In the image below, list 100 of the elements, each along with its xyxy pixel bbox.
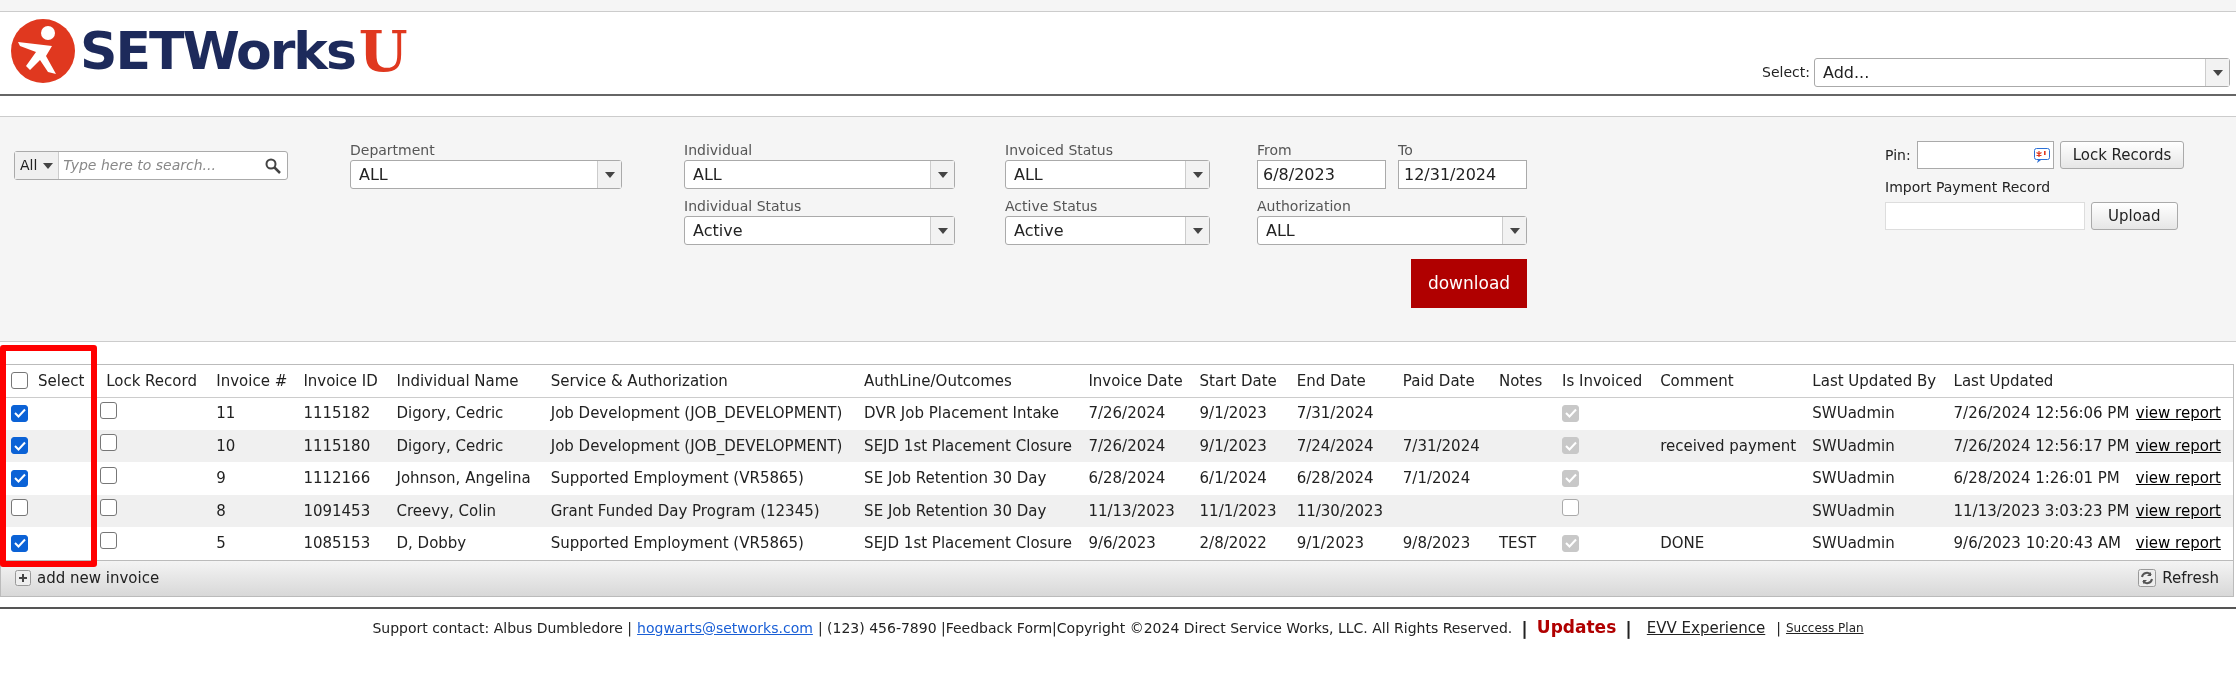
checkbox[interactable]	[11, 534, 28, 552]
checkbox[interactable]	[100, 531, 118, 549]
table-cell: D, Dobby	[396, 534, 467, 552]
table-cell: Grant Funded Day Program (12345)	[550, 501, 820, 520]
column-header: Invoice #	[216, 371, 288, 390]
table-cell: Digory, Cedric	[396, 404, 504, 423]
email-link[interactable]: hogwarts@setworks.com	[637, 617, 813, 639]
checkbox[interactable]	[11, 469, 28, 487]
table-cell: 7/26/2024	[1088, 436, 1166, 455]
dropdown[interactable]: Active	[684, 216, 955, 245]
caret-icon	[43, 162, 54, 169]
checkbox[interactable]	[100, 434, 118, 451]
pin-field[interactable]	[1916, 141, 2054, 169]
field-label: Invoiced Status	[1005, 141, 1114, 160]
checkbox[interactable]	[11, 404, 28, 422]
table-cell: Digory, Cedric	[396, 436, 504, 455]
table-cell: SE Job Retention 30 Day	[864, 501, 1047, 520]
table-cell: TEST	[1498, 534, 1537, 552]
table-cell: 7/31/2024	[1402, 436, 1480, 455]
table-cell: 6/28/2024	[1296, 469, 1374, 487]
table-cell: 8	[216, 501, 226, 520]
dropdown[interactable]: ALL	[350, 160, 622, 189]
column-header: Comment	[1660, 371, 1734, 390]
table-cell: Johnson, Angelina	[396, 469, 531, 487]
caret-icon	[604, 171, 615, 178]
column-header: Select	[38, 370, 85, 392]
table-cell: 2/8/2022	[1199, 534, 1267, 552]
import-label: Import Payment Record	[1885, 178, 2052, 197]
caret-icon	[1509, 227, 1520, 234]
search-field[interactable]: All Type here to search...	[14, 151, 288, 180]
table-cell: 1112166	[303, 469, 371, 487]
dropdown[interactable]: ALL	[1005, 160, 1210, 189]
view-report-link[interactable]: view report	[2135, 404, 2221, 423]
table-cell: SEJD 1st Placement Closure	[864, 534, 1072, 552]
column-header: End Date	[1296, 371, 1366, 390]
table-cell: Job Development (JOB_DEVELOPMENT)	[550, 404, 843, 423]
select-label: Select:	[1762, 63, 1810, 82]
dropdown[interactable]: Active	[1005, 216, 1210, 245]
file-field[interactable]	[1885, 202, 2085, 230]
upload-button[interactable]: Upload	[2091, 202, 2178, 230]
table-cell: SWUadmin	[1812, 469, 1895, 487]
footer-separator: |	[1520, 616, 1529, 641]
view-report-link[interactable]: view report	[2135, 436, 2221, 455]
column-header: Invoice Date	[1088, 371, 1183, 390]
table-cell: 11/13/2023	[1088, 501, 1175, 520]
table-cell: 9/6/2023	[1088, 534, 1156, 552]
column-header: Notes	[1498, 371, 1543, 390]
column-header: Start Date	[1199, 371, 1277, 390]
field-label: From	[1257, 141, 1293, 160]
view-report-link[interactable]: view report	[2135, 534, 2221, 552]
table-cell: 1085153	[303, 534, 371, 552]
checkbox[interactable]	[100, 466, 118, 484]
table-cell: 7/24/2024	[1296, 436, 1374, 455]
runner-icon	[10, 17, 76, 84]
refresh-button[interactable]: Refresh	[2138, 566, 2219, 590]
caret-icon	[937, 171, 948, 178]
view-report-link[interactable]: view report	[2135, 501, 2221, 520]
lock-records-button[interactable]: Lock Records	[2059, 141, 2185, 169]
column-header: Paid Date	[1402, 371, 1475, 390]
download-button[interactable]: download	[1411, 259, 1527, 308]
dropdown[interactable]: ALL	[1257, 216, 1527, 245]
checkbox[interactable]	[100, 499, 118, 516]
view-report-link[interactable]: view report	[2135, 469, 2221, 487]
table-cell: 6/1/2024	[1199, 469, 1267, 487]
field-label: Individual Status	[684, 197, 803, 216]
success-plan-link[interactable]: Success Plan	[1785, 619, 1864, 637]
table-cell: Supported Employment (VR5865)	[550, 469, 804, 487]
table-cell: 9/8/2023	[1402, 534, 1471, 552]
footer-separator: |	[1624, 616, 1633, 641]
table-cell: DVR Job Placement Intake	[864, 404, 1059, 423]
checkbox[interactable]	[11, 372, 28, 390]
table-cell: 11	[216, 404, 236, 423]
checkbox[interactable]	[11, 499, 28, 516]
column-header: Service & Authorization	[550, 371, 728, 390]
footer-text: | (123) 456-7890 |Feedback Form|Copyright ©2024 Direct Service Works, LLC. All Rights Reserved.	[817, 618, 1513, 639]
column-header: Individual Name	[396, 371, 519, 390]
date-field[interactable]: 12/31/2024	[1398, 160, 1527, 189]
table-cell: SWUadmin	[1812, 534, 1895, 552]
table-cell: 1091453	[303, 501, 371, 520]
checkbox[interactable]	[100, 401, 118, 419]
table-cell: DONE	[1660, 534, 1705, 552]
field-label: Active Status	[1005, 197, 1099, 216]
evv-experience-link[interactable]: EVV Experience	[1640, 616, 1772, 640]
table-cell: 9/1/2023	[1199, 436, 1267, 455]
table-cell: 6/28/2024 1:26:01 PM	[1953, 469, 2120, 487]
dropdown[interactable]: Add...	[1814, 58, 2230, 87]
table-cell: 6/28/2024	[1088, 469, 1166, 487]
table-cell: 5	[216, 534, 226, 552]
table-cell: 7/1/2024	[1402, 469, 1471, 487]
add-invoice-button[interactable]: add new invoice	[15, 566, 160, 590]
table-cell: 7/26/2024	[1088, 404, 1166, 423]
checkbox[interactable]	[11, 437, 28, 454]
dropdown[interactable]: ALL	[684, 160, 955, 189]
refresh-icon	[2138, 569, 2157, 587]
pin-label: Pin:	[1885, 145, 1911, 165]
table-cell: 11/1/2023	[1199, 501, 1277, 520]
date-field[interactable]: 6/8/2023	[1257, 160, 1386, 189]
table-cell: Job Development (JOB_DEVELOPMENT)	[550, 436, 843, 455]
updates-link[interactable]: Updates	[1536, 615, 1617, 641]
logo-letter: U	[358, 22, 408, 79]
